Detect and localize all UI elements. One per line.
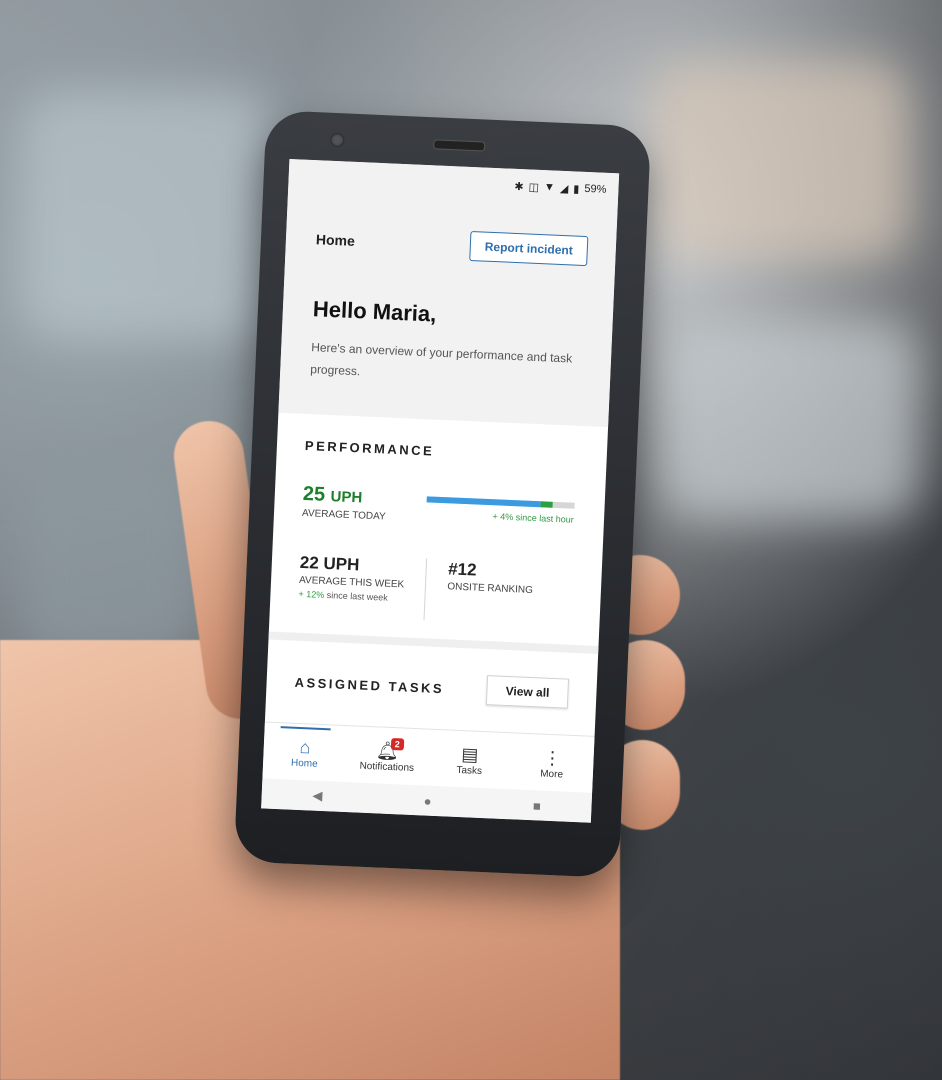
- nav-notifications-label: Notifications: [359, 760, 415, 774]
- vibrate-icon: ◫: [528, 180, 540, 194]
- more-vertical-icon: ⋮: [542, 747, 562, 768]
- nav-home-label: Home: [290, 757, 318, 770]
- week-stat: 22 UPH AVERAGE THIS WEEK + 12% since las…: [298, 553, 426, 620]
- progress-bar-fill: [426, 496, 541, 508]
- home-circle-icon[interactable]: ●: [423, 793, 432, 808]
- progress-bar-increment: [540, 501, 553, 508]
- week-uph-value: 22 UPH: [299, 552, 360, 575]
- nav-more[interactable]: ⋮ More: [514, 745, 589, 781]
- performance-section: PERFORMANCE 25 UPH AVERAGE TODAY + 4% si…: [270, 413, 608, 628]
- assigned-tasks-title: ASSIGNED TASKS: [294, 674, 445, 696]
- today-delta: + 4% since last hour: [492, 511, 574, 525]
- battery-icon: ▮: [573, 182, 580, 196]
- week-delta-value: + 12%: [298, 588, 325, 600]
- phone-device: ✱ ◫ ▼ ◢ ▮ 59% Home Report incident Hello…: [233, 109, 652, 879]
- ranking-value: #12: [447, 559, 477, 580]
- today-progress: + 4% since last hour: [426, 488, 577, 525]
- wifi-icon: ▼: [543, 181, 556, 194]
- back-icon[interactable]: ◀: [312, 788, 323, 804]
- battery-level: 59%: [584, 182, 607, 196]
- greeting-subtitle: Here's an overview of your performance a…: [310, 340, 573, 379]
- today-uph-row: 25 UPH AVERAGE TODAY + 4% since last hou…: [302, 483, 577, 531]
- nav-tasks[interactable]: ▤ Tasks: [432, 741, 507, 777]
- nav-notifications[interactable]: 🔔︎ 2 Notifications: [350, 737, 425, 774]
- document-icon: ▤: [460, 743, 479, 765]
- phone-screen: ✱ ◫ ▼ ◢ ▮ 59% Home Report incident Hello…: [261, 159, 620, 823]
- view-all-button[interactable]: View all: [486, 675, 570, 709]
- nav-more-label: More: [540, 768, 564, 781]
- report-incident-button[interactable]: Report incident: [469, 230, 589, 267]
- ranking-stat: #12 ONSITE RANKING: [446, 559, 574, 626]
- week-delta: + 12% since last week: [298, 589, 424, 604]
- background-blur: [20, 460, 200, 660]
- camera-icon: [330, 132, 345, 148]
- notification-badge: 2: [390, 737, 405, 751]
- greeting-title: Hello Maria,: [312, 296, 437, 327]
- nav-home[interactable]: ⌂ Home: [267, 734, 342, 770]
- home-icon: ⌂: [299, 736, 311, 757]
- page-title: Home: [315, 231, 356, 249]
- header-row: Home Report incident: [315, 224, 589, 267]
- background-blur: [660, 320, 920, 520]
- today-uph-value: 25: [302, 482, 326, 506]
- speaker-grille: [433, 139, 486, 152]
- nav-tasks-label: Tasks: [456, 764, 483, 777]
- signal-icon: ◢: [559, 182, 569, 195]
- performance-title: PERFORMANCE: [304, 437, 435, 459]
- recents-icon[interactable]: ■: [533, 798, 542, 813]
- progress-bar: [426, 496, 575, 509]
- header-area: Home Report incident Hello Maria, Here's…: [278, 192, 618, 428]
- today-uph: 25 UPH AVERAGE TODAY: [302, 483, 387, 523]
- today-uph-label: AVERAGE TODAY: [301, 507, 386, 523]
- bluetooth-icon: ✱: [514, 180, 524, 193]
- background-blur: [20, 90, 270, 340]
- background-blur: [650, 60, 910, 260]
- week-delta-text: since last week: [326, 590, 388, 603]
- stats-row: 22 UPH AVERAGE THIS WEEK + 12% since las…: [298, 553, 574, 627]
- today-uph-unit: UPH: [330, 488, 363, 507]
